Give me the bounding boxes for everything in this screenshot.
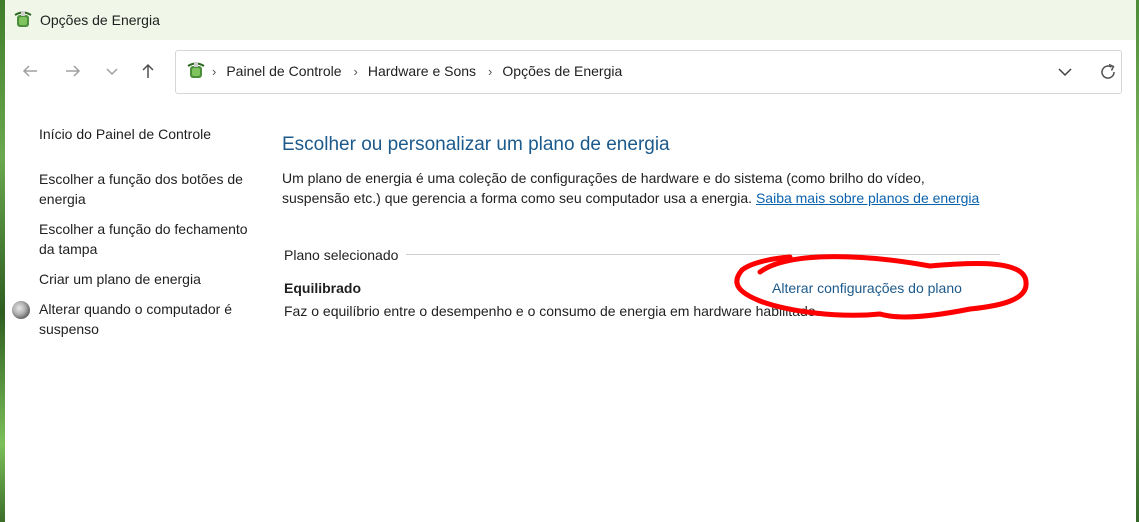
change-plan-settings-link[interactable]: Alterar configurações do plano — [772, 280, 962, 296]
breadcrumb-hardware-e-sons[interactable]: Hardware e Sons — [368, 63, 476, 79]
page-title: Escolher ou personalizar um plano de ene… — [282, 134, 670, 155]
sidebar-item-sleep-settings[interactable]: Alterar quando o computador é suspenso — [12, 299, 252, 339]
breadcrumb-separator: › — [212, 63, 217, 79]
address-bar[interactable]: › Painel de Controle › Hardware e Sons ›… — [175, 50, 1122, 94]
address-history-chevron-icon[interactable] — [1056, 63, 1074, 81]
breadcrumb-separator: › — [353, 63, 358, 79]
breadcrumb-separator: › — [488, 63, 493, 79]
sidebar-item-control-panel-home[interactable]: Início do Painel de Controle — [39, 124, 254, 144]
forward-button[interactable] — [62, 60, 84, 82]
back-button[interactable] — [19, 60, 41, 82]
back-arrow-icon — [22, 65, 37, 77]
sidebar-item-label: Alterar quando o computador é suspenso — [39, 301, 233, 337]
sidebar-item-power-buttons[interactable]: Escolher a função dos botões de energia — [39, 169, 254, 209]
title-bar: Opções de Energia — [5, 0, 1136, 40]
section-divider — [402, 254, 1000, 255]
up-button[interactable] — [137, 60, 159, 82]
navigation-bar: › Painel de Controle › Hardware e Sons ›… — [5, 40, 1136, 102]
recent-locations-button[interactable] — [101, 60, 123, 82]
sidebar-item-lid-close[interactable]: Escolher a função do fechamento da tampa — [39, 219, 254, 259]
breadcrumb-opcoes-de-energia[interactable]: Opções de Energia — [502, 63, 622, 79]
plan-description: Faz o equilíbrio entre o desempenho e o … — [284, 303, 820, 319]
intro-text: Um plano de energia é uma coleção de con… — [282, 168, 982, 208]
chevron-down-icon — [106, 68, 118, 76]
breadcrumb: › Painel de Controle › Hardware e Sons ›… — [212, 63, 634, 79]
sidebar-item-create-plan[interactable]: Criar um plano de energia — [39, 269, 254, 289]
power-options-icon — [187, 62, 205, 78]
learn-more-link[interactable]: Saiba mais sobre planos de energia — [756, 190, 979, 206]
up-arrow-icon — [142, 63, 154, 78]
section-label-selected-plan: Plano selecionado — [284, 247, 407, 263]
power-options-icon — [14, 11, 32, 27]
window-title: Opções de Energia — [40, 12, 160, 28]
sleep-moon-icon — [12, 301, 30, 319]
refresh-icon[interactable] — [1098, 62, 1118, 82]
breadcrumb-painel-de-controle[interactable]: Painel de Controle — [226, 63, 341, 79]
forward-arrow-icon — [66, 65, 81, 77]
plan-name: Equilibrado — [284, 280, 361, 296]
